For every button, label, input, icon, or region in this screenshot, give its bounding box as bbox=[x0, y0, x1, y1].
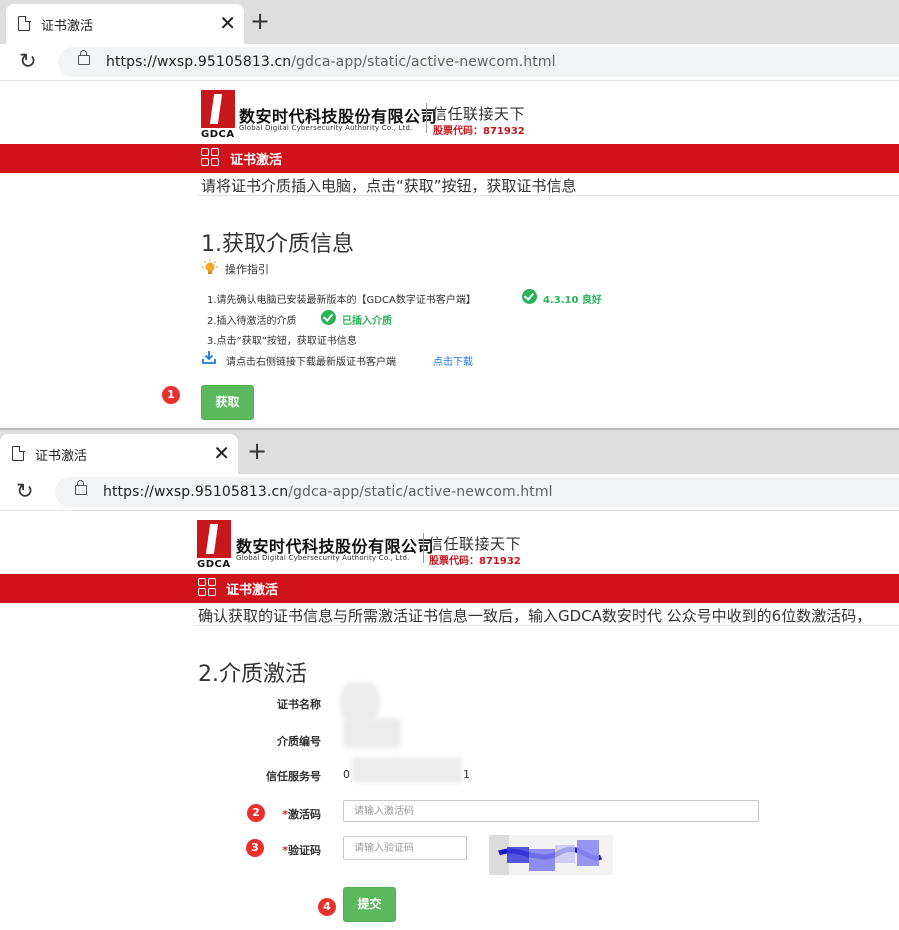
close-tab-icon[interactable]: ✕ bbox=[219, 12, 236, 34]
activation-label-text: 激活码 bbox=[288, 808, 321, 821]
guide-title: 操作指引 bbox=[225, 263, 269, 276]
guide-line-4: 请点击右侧链接下载最新版证书客户端 bbox=[226, 357, 396, 368]
download-link[interactable]: 点击下载 bbox=[433, 353, 473, 368]
tab-title: 证书激活 bbox=[35, 449, 88, 464]
check-circle-icon bbox=[522, 289, 537, 304]
reload-icon[interactable]: ↻ bbox=[16, 479, 34, 503]
client-version-status: 4.3.10 良好 bbox=[543, 295, 602, 306]
url-path: /gdca-app/static/active-newcom.html bbox=[288, 484, 553, 500]
guide-line-1: 1.请先确认电脑已安装最新版本的【GDCA数字证书客户端】 bbox=[207, 295, 476, 306]
section-title: 证书激活 bbox=[226, 583, 279, 598]
get-button[interactable]: 获取 bbox=[201, 385, 254, 420]
cert-name-label: 证书名称 bbox=[277, 698, 321, 711]
browser-tab[interactable]: 证书激活 ✕ bbox=[0, 434, 238, 474]
certificate-icon bbox=[201, 148, 221, 168]
lightbulb-icon bbox=[202, 259, 218, 274]
url-text[interactable]: https://wxsp.95105813.cn/gdca-app/static… bbox=[106, 54, 556, 70]
stock-code: 股票代码：871932 bbox=[433, 126, 525, 137]
download-icon bbox=[202, 351, 216, 364]
step-marker-1: 1 bbox=[162, 386, 180, 404]
captcha-label: *验证码 bbox=[221, 842, 321, 858]
screenshot-step-2: 证书激活 ✕ + ↻ https://wxsp.95105813.cn/gdca… bbox=[0, 430, 899, 930]
page-icon bbox=[18, 15, 31, 31]
instruction-divider bbox=[194, 625, 899, 626]
submit-button[interactable]: 提交 bbox=[343, 887, 396, 922]
trust-no-label: 信任服务号 bbox=[266, 770, 321, 783]
section-bar: 证书激活 bbox=[0, 144, 899, 173]
tab-strip: 证书激活 ✕ + bbox=[0, 0, 899, 44]
step-heading: 1.获取介质信息 bbox=[201, 232, 354, 257]
slogan: 信任联接天下 bbox=[428, 535, 522, 553]
company-name-en: Global Digital Cybersecurity Authority C… bbox=[239, 124, 413, 132]
logo-text: GDCA bbox=[201, 129, 235, 140]
trust-no-prefix: 0 bbox=[343, 768, 350, 781]
instruction-text: 确认获取的证书信息与所需激活证书信息一致后，输入GDCA数安时代 公众号中收到的… bbox=[198, 607, 872, 625]
address-bar-row: ↻ https://wxsp.95105813.cn/gdca-app/stat… bbox=[0, 474, 899, 511]
section-bar: 证书激活 bbox=[0, 574, 899, 603]
gdca-logo: GDCA bbox=[201, 90, 235, 142]
activation-code-label: *激活码 bbox=[221, 806, 321, 822]
media-status: 已插入介质 bbox=[342, 316, 392, 327]
cert-name-value-redacted bbox=[340, 682, 380, 722]
header-divider bbox=[423, 533, 424, 563]
step-marker-4: 4 bbox=[318, 898, 336, 916]
captcha-label-text: 验证码 bbox=[288, 844, 321, 857]
url-host: https://wxsp.95105813.cn bbox=[103, 484, 289, 500]
tab-title: 证书激活 bbox=[41, 19, 94, 34]
gdca-logo: GDCA bbox=[197, 520, 231, 572]
section-title: 证书激活 bbox=[230, 153, 283, 168]
address-bar[interactable]: https://wxsp.95105813.cn/gdca-app/static… bbox=[55, 477, 899, 507]
media-no-label: 介质编号 bbox=[277, 735, 321, 748]
tab-strip: 证书激活 ✕ + bbox=[0, 430, 899, 474]
new-tab-button[interactable]: + bbox=[247, 436, 267, 466]
header-divider bbox=[426, 103, 427, 133]
guide-line-3: 3.点击“获取”按钮，获取证书信息 bbox=[207, 336, 357, 347]
captcha-image[interactable] bbox=[489, 835, 613, 875]
media-no-value-redacted bbox=[343, 718, 401, 748]
browser-tab[interactable]: 证书激活 ✕ bbox=[6, 4, 244, 44]
instruction-text: 请将证书介质插入电脑，点击“获取”按钮，获取证书信息 bbox=[201, 177, 577, 195]
address-bar-row: ↻ https://wxsp.95105813.cn/gdca-app/stat… bbox=[0, 44, 899, 81]
address-bar[interactable]: https://wxsp.95105813.cn/gdca-app/static… bbox=[58, 47, 899, 77]
close-tab-icon[interactable]: ✕ bbox=[213, 442, 230, 464]
url-path: /gdca-app/static/active-newcom.html bbox=[291, 54, 556, 70]
screenshot-step-1: 证书激活 ✕ + ↻ https://wxsp.95105813.cn/gdca… bbox=[0, 0, 899, 428]
step-heading: 2.介质激活 bbox=[198, 662, 307, 687]
trust-no-suffix: 1 bbox=[463, 768, 470, 781]
url-text[interactable]: https://wxsp.95105813.cn/gdca-app/static… bbox=[103, 484, 553, 500]
captcha-input[interactable] bbox=[343, 836, 467, 860]
certificate-icon bbox=[198, 578, 218, 598]
company-name-en: Global Digital Cybersecurity Authority C… bbox=[236, 554, 410, 562]
stock-code: 股票代码：871932 bbox=[429, 556, 521, 567]
new-tab-button[interactable]: + bbox=[250, 6, 270, 36]
page-icon bbox=[12, 445, 25, 461]
instruction-divider bbox=[197, 195, 899, 196]
trust-no-value-redacted bbox=[352, 757, 462, 783]
check-circle-icon bbox=[321, 310, 336, 325]
activation-code-input[interactable] bbox=[343, 800, 759, 822]
reload-icon[interactable]: ↻ bbox=[19, 49, 37, 73]
lock-icon[interactable] bbox=[78, 50, 90, 65]
slogan: 信任联接天下 bbox=[432, 105, 526, 123]
lock-icon[interactable] bbox=[75, 480, 87, 495]
url-host: https://wxsp.95105813.cn bbox=[106, 54, 292, 70]
logo-text: GDCA bbox=[197, 559, 231, 570]
guide-line-2: 2.插入待激活的介质 bbox=[207, 316, 297, 327]
